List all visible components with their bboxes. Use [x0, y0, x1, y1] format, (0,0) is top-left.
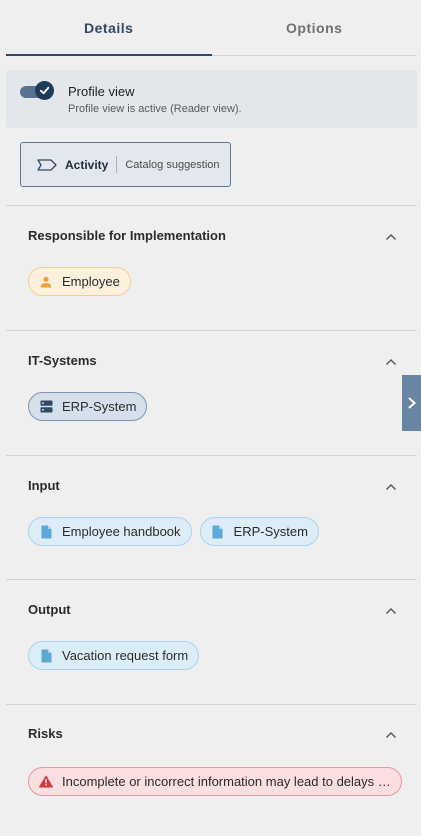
check-icon — [35, 81, 54, 100]
warning-icon — [39, 775, 53, 789]
chevron-right-icon — [408, 397, 416, 409]
section-input: Input Employee handbook ERP-System — [6, 455, 417, 579]
chip-erp-system-document[interactable]: ERP-System — [199, 517, 319, 546]
document-icon — [39, 525, 53, 539]
chip-label: Incomplete or incorrect information may … — [62, 774, 391, 789]
chip-label: Employee — [62, 274, 120, 289]
section-title: Input — [28, 478, 60, 493]
chip-employee-handbook[interactable]: Employee handbook — [28, 517, 192, 546]
chevron-up-icon[interactable] — [385, 602, 397, 614]
section-title: Responsible for Implementation — [28, 228, 226, 243]
section-title: IT-Systems — [28, 353, 97, 368]
document-icon — [39, 649, 53, 663]
chip-risk[interactable]: Incomplete or incorrect information may … — [28, 767, 402, 796]
chip-label: ERP-System — [62, 399, 137, 414]
document-icon — [211, 525, 225, 539]
chevron-up-icon[interactable] — [385, 228, 397, 240]
activity-label: Activity — [65, 157, 109, 172]
section-it-systems: IT-Systems ERP-System — [6, 330, 417, 455]
profile-view-panel: Profile view Profile view is active (Rea… — [6, 70, 417, 128]
chip-vacation-request-form[interactable]: Vacation request form — [28, 641, 200, 670]
expand-panel-handle[interactable] — [402, 375, 421, 431]
chip-erp-system[interactable]: ERP-System — [28, 392, 148, 421]
activity-shape-icon — [37, 158, 57, 171]
chip-employee[interactable]: Employee — [28, 267, 131, 296]
profile-view-title: Profile view — [68, 84, 135, 99]
tab-options[interactable]: Options — [212, 0, 418, 55]
server-icon — [39, 400, 53, 414]
section-title: Risks — [28, 726, 63, 741]
section-risks: Risks Incomplete or incorrect informatio… — [6, 704, 417, 836]
person-icon — [39, 275, 53, 289]
tab-bar: Details Options — [6, 0, 417, 56]
tab-details[interactable]: Details — [6, 0, 212, 56]
section-output: Output Vacation request form — [6, 579, 417, 704]
catalog-suggestion-label: Catalog suggestion — [125, 158, 220, 171]
chevron-up-icon[interactable] — [385, 726, 397, 738]
chevron-up-icon[interactable] — [385, 353, 397, 365]
profile-view-subtitle: Profile view is active (Reader view). — [68, 103, 242, 115]
section-responsible: Responsible for Implementation Employee — [6, 205, 417, 330]
chip-label: Vacation request form — [62, 648, 189, 663]
profile-view-toggle[interactable] — [20, 81, 54, 100]
divider — [116, 156, 118, 173]
chip-label: Employee handbook — [62, 524, 181, 539]
activity-type-button[interactable]: Activity Catalog suggestion — [20, 142, 231, 187]
chevron-up-icon[interactable] — [385, 478, 397, 490]
chip-label: ERP-System — [233, 524, 308, 539]
section-title: Output — [28, 602, 71, 617]
